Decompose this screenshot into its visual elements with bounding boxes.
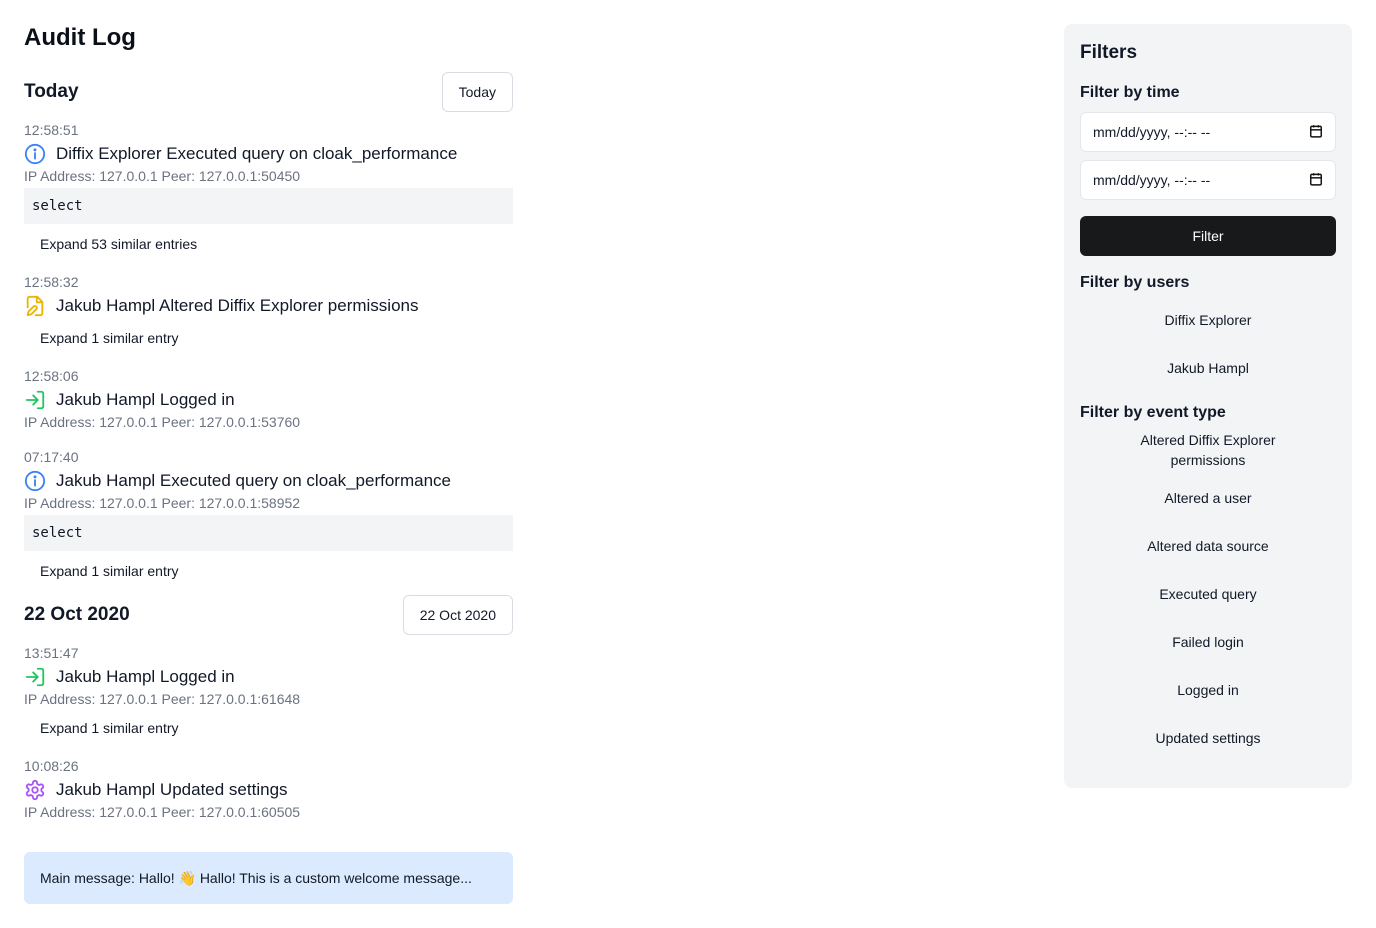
filter-event-option[interactable]: Executed query (1080, 584, 1336, 604)
entry-description: Jakub Hampl Logged in (56, 390, 235, 409)
info-icon (24, 470, 46, 492)
entry-ip-info: IP Address: 127.0.0.1 Peer: 127.0.0.1:60… (24, 804, 301, 820)
filters-panel: Filters Filter by time mm/dd/yyyy, --:--… (1064, 24, 1352, 788)
login-icon (24, 389, 46, 411)
filter-event-option[interactable]: Updated settings (1080, 728, 1336, 748)
log-entry: 12:58:06 Jakub Hampl Logged in IP Addres… (24, 368, 513, 431)
entry-time: 12:58:51 (24, 122, 79, 138)
welcome-message-banner: Main message: Hallo! 👋 Hallo! This is a … (24, 852, 513, 904)
entry-description: Diffix Explorer Executed query on cloak_… (56, 144, 458, 163)
calendar-icon[interactable] (1309, 172, 1323, 189)
audit-log-list: Today Today 12:58:51 Diffix Explorer Exe… (24, 72, 513, 821)
date-from-placeholder: mm/dd/yyyy, --:-- -- (1093, 124, 1211, 140)
log-entry: 10:08:26 Jakub Hampl Updated settings IP… (24, 758, 513, 821)
filter-button[interactable]: Filter (1080, 216, 1336, 256)
entry-description: Jakub Hampl Updated settings (56, 780, 288, 799)
page-title: Audit Log (24, 24, 136, 51)
entry-time: 12:58:32 (24, 274, 79, 290)
expand-similar-link[interactable]: Expand 1 similar entry (24, 318, 513, 358)
date-group-header: Today Today (24, 72, 513, 112)
filter-event-option[interactable]: Logged in (1080, 680, 1336, 700)
file-edit-icon (24, 295, 46, 317)
entry-description: Jakub Hampl Executed query on cloak_perf… (56, 471, 451, 490)
entry-description: Jakub Hampl Altered Diffix Explorer perm… (56, 296, 419, 315)
log-entry: 13:51:47 Jakub Hampl Logged in IP Addres… (24, 645, 513, 748)
filter-event-option[interactable]: Altered Diffix Explorer permissions (1080, 430, 1336, 470)
filter-user-option[interactable]: Diffix Explorer (1080, 310, 1336, 330)
entry-description: Jakub Hampl Logged in (56, 667, 235, 686)
date-to-placeholder: mm/dd/yyyy, --:-- -- (1093, 172, 1211, 188)
date-to-input[interactable]: mm/dd/yyyy, --:-- -- (1080, 160, 1336, 200)
filter-time-heading: Filter by time (1080, 84, 1180, 101)
date-group-header: 22 Oct 2020 22 Oct 2020 (24, 595, 513, 635)
date-from-input[interactable]: mm/dd/yyyy, --:-- -- (1080, 112, 1336, 152)
entry-ip-info: IP Address: 127.0.0.1 Peer: 127.0.0.1:61… (24, 691, 301, 707)
info-icon (24, 143, 46, 165)
calendar-icon[interactable] (1309, 124, 1323, 141)
entry-time: 12:58:06 (24, 368, 79, 384)
log-entry: 12:58:32 Jakub Hampl Altered Diffix Expl… (24, 274, 513, 358)
filter-user-option[interactable]: Jakub Hampl (1080, 358, 1336, 378)
query-code: select (24, 188, 513, 224)
log-entry: 12:58:51 Diffix Explorer Executed query … (24, 122, 513, 264)
filter-event-option[interactable]: Failed login (1080, 632, 1336, 652)
date-group-button[interactable]: Today (441, 72, 513, 112)
filters-title: Filters (1080, 42, 1138, 63)
gear-icon (24, 779, 46, 801)
entry-ip-info: IP Address: 127.0.0.1 Peer: 127.0.0.1:53… (24, 414, 301, 430)
entry-time: 07:17:40 (24, 449, 79, 465)
entry-time: 10:08:26 (24, 758, 79, 774)
login-icon (24, 666, 46, 688)
date-group-title: Today (24, 81, 79, 102)
filter-event-option[interactable]: Altered data source (1080, 536, 1336, 556)
expand-similar-link[interactable]: Expand 1 similar entry (24, 551, 513, 591)
entry-ip-info: IP Address: 127.0.0.1 Peer: 127.0.0.1:58… (24, 495, 301, 511)
filter-event-heading: Filter by event type (1080, 404, 1226, 421)
expand-similar-link[interactable]: Expand 53 similar entries (24, 224, 513, 264)
filter-users-heading: Filter by users (1080, 274, 1190, 291)
entry-time: 13:51:47 (24, 645, 79, 661)
log-entry: 07:17:40 Jakub Hampl Executed query on c… (24, 449, 513, 591)
filter-event-option[interactable]: Altered a user (1080, 488, 1336, 508)
expand-similar-link[interactable]: Expand 1 similar entry (24, 708, 513, 748)
date-group-button[interactable]: 22 Oct 2020 (402, 595, 513, 635)
date-group-title: 22 Oct 2020 (24, 604, 130, 625)
query-code: select (24, 515, 513, 551)
entry-ip-info: IP Address: 127.0.0.1 Peer: 127.0.0.1:50… (24, 168, 301, 184)
